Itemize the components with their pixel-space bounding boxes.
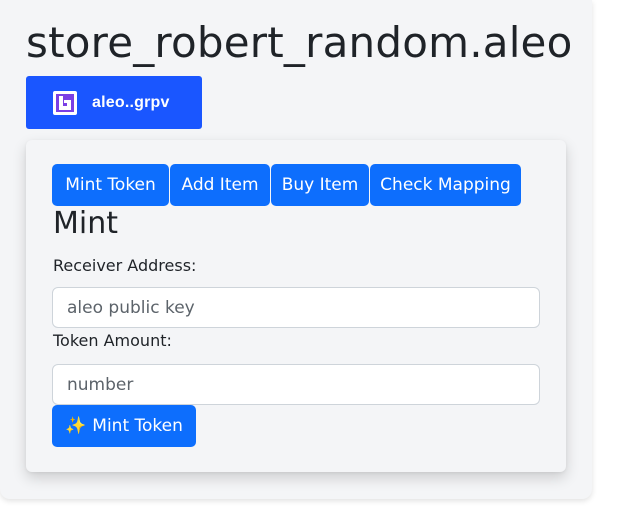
tab-check-mapping[interactable]: Check Mapping xyxy=(370,164,521,206)
page-title: store_robert_random.aleo xyxy=(26,18,573,67)
leo-wallet-icon xyxy=(53,90,77,115)
receiver-address-input[interactable] xyxy=(52,287,540,328)
wallet-connect-button[interactable]: aleo..grpv xyxy=(26,76,202,129)
tab-buy-item[interactable]: Buy Item xyxy=(271,164,369,206)
section-title: Mint xyxy=(53,206,118,241)
receiver-address-label: Receiver Address: xyxy=(53,256,197,275)
wallet-address-label: aleo..grpv xyxy=(92,93,170,111)
token-amount-label: Token Amount: xyxy=(53,331,172,350)
token-amount-input[interactable] xyxy=(52,364,540,405)
mint-panel: Mint Token Add Item Buy Item Check Mappi… xyxy=(26,140,566,472)
sparkles-icon: ✨ xyxy=(65,416,87,436)
mint-token-button[interactable]: ✨ Mint Token xyxy=(52,405,196,447)
tab-bar: Mint Token Add Item Buy Item Check Mappi… xyxy=(52,164,521,206)
mint-token-button-label: Mint Token xyxy=(92,416,183,436)
app-container: store_robert_random.aleo aleo..grpv Mint… xyxy=(0,0,592,499)
tab-mint-token[interactable]: Mint Token xyxy=(52,164,169,206)
tab-add-item[interactable]: Add Item xyxy=(170,164,270,206)
